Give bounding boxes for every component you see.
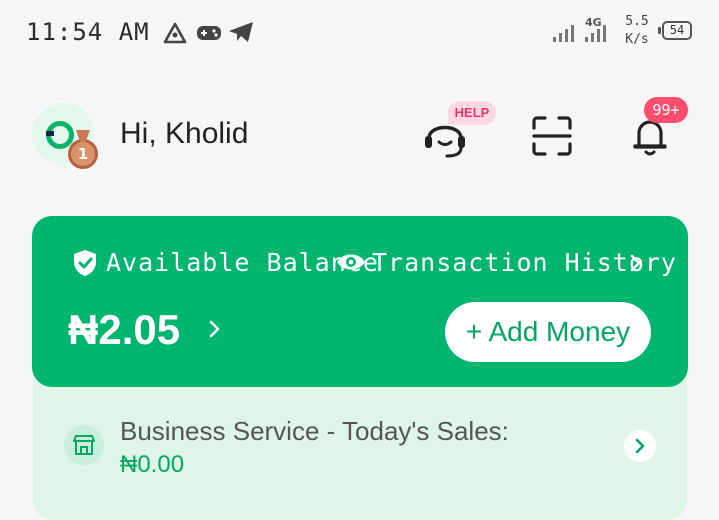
notification-count-badge: 99+ bbox=[644, 97, 688, 123]
business-sales-amount: ₦0.00 bbox=[120, 451, 185, 478]
store-icon bbox=[73, 435, 95, 455]
status-time: 11:54 AM bbox=[26, 18, 150, 46]
level-medal-icon: 1 bbox=[68, 139, 98, 169]
business-arrow-button[interactable] bbox=[624, 430, 656, 462]
battery-indicator: 54 bbox=[658, 21, 692, 40]
help-badge: HELP bbox=[448, 101, 496, 125]
status-bar: 11:54 AM 4G 5.5 K/s 54 bbox=[0, 0, 719, 66]
telegram-icon bbox=[229, 22, 253, 42]
signal-4g-icon: 4G bbox=[585, 16, 606, 42]
add-money-button[interactable]: + Add Money bbox=[445, 302, 651, 362]
triangle-app-icon bbox=[163, 22, 187, 44]
network-type: 4G bbox=[585, 16, 602, 29]
net-speed: 5.5 K/s bbox=[620, 13, 654, 49]
balance-chevron-right-icon[interactable] bbox=[207, 318, 221, 340]
balance-amount: ₦2.05 bbox=[68, 306, 181, 353]
eye-icon[interactable] bbox=[336, 251, 366, 273]
signal-icon bbox=[553, 25, 574, 42]
net-speed-value: 5.5 bbox=[625, 14, 649, 29]
shield-check-icon bbox=[74, 250, 96, 276]
greeting-text: Hi, Kholid bbox=[120, 117, 249, 150]
gamepad-icon bbox=[197, 26, 221, 40]
scan-icon[interactable] bbox=[531, 116, 573, 156]
chevron-right-circle-icon bbox=[635, 438, 645, 454]
net-speed-unit: K/s bbox=[625, 32, 649, 47]
avatar[interactable]: 1 bbox=[32, 103, 102, 173]
avatar-logo-mark bbox=[46, 131, 54, 136]
store-icon-wrap bbox=[64, 425, 104, 465]
chevron-right-icon[interactable] bbox=[628, 253, 642, 273]
business-service-title: Business Service - Today's Sales: bbox=[120, 416, 509, 446]
